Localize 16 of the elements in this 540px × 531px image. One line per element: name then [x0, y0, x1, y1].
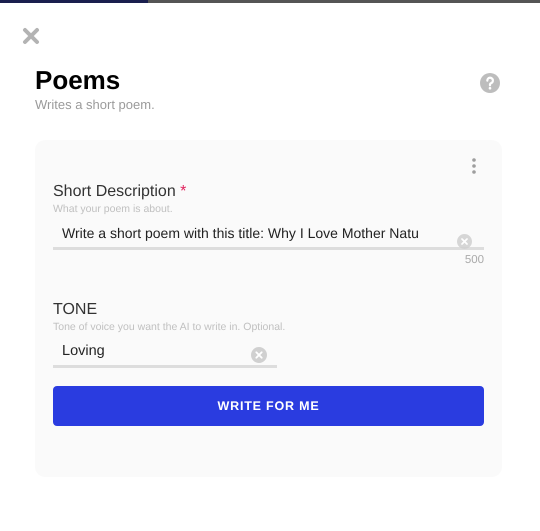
input-field[interactable]: Loving — [53, 335, 277, 368]
required-mark: * — [180, 183, 186, 200]
close-icon[interactable] — [22, 27, 40, 45]
field-label: Short Description — [53, 183, 176, 200]
character-counter: 500 — [464, 254, 484, 266]
write-for-me-button[interactable]: WRITE FOR ME — [53, 386, 484, 426]
help-icon[interactable] — [480, 73, 500, 93]
more-options-icon[interactable] — [472, 158, 476, 174]
input-field[interactable]: Write a short poem with this title: Why I Love Mother Natu — [53, 217, 484, 250]
field-label: TONE — [53, 301, 98, 318]
dialog-title: Poems — [35, 65, 122, 95]
clear-icon[interactable] — [457, 234, 472, 249]
clear-icon[interactable] — [251, 347, 267, 363]
dialog-subtitle: Writes a short poem. — [35, 97, 155, 112]
field-hint: What your poem is about. — [53, 203, 174, 215]
field-hint: Tone of voice you want the AI to write in. Optional. — [53, 321, 286, 333]
